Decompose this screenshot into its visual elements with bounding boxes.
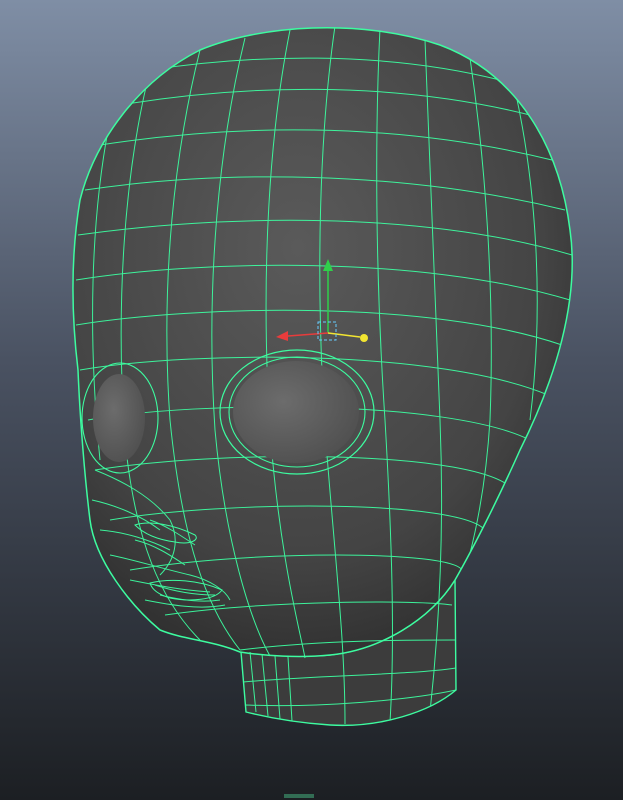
- left-eyeball[interactable]: [93, 374, 145, 462]
- viewport-bottom-marker: [284, 794, 314, 798]
- z-axis-handle-knob[interactable]: [360, 334, 368, 342]
- viewport-canvas[interactable]: [0, 0, 623, 800]
- right-eyeball[interactable]: [233, 361, 359, 463]
- 3d-viewport[interactable]: [0, 0, 623, 800]
